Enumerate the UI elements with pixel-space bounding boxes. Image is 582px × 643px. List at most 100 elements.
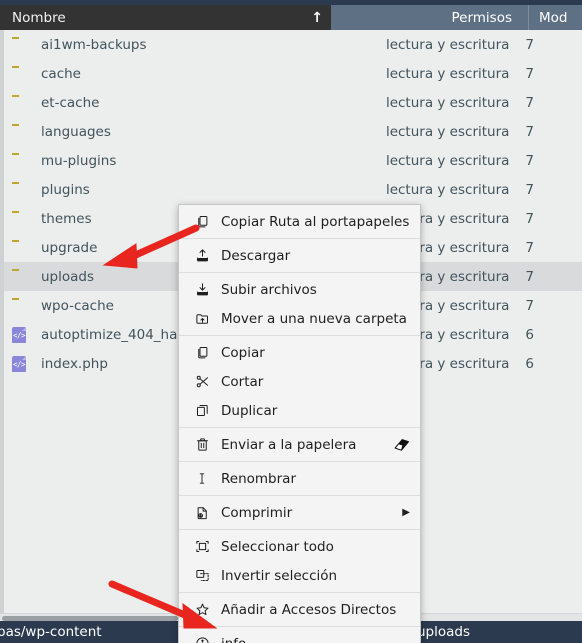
file-manager-window: Nombre ↑ Permisos Mod ai1wm-backups lectu… xyxy=(0,0,582,643)
context-menu-item[interactable]: Renombrar xyxy=(179,464,420,493)
file-permissions-cell: lectura y escritura xyxy=(329,66,526,82)
duplicate-icon xyxy=(191,402,213,420)
folder-icon xyxy=(12,66,32,82)
file-modified-label: 7 xyxy=(525,36,535,53)
invert-selection-icon xyxy=(191,567,213,585)
context-menu-item[interactable]: Invertir selección xyxy=(179,561,420,590)
file-list-row[interactable]: et-cache lectura y escritura 7 xyxy=(4,88,582,117)
context-menu-item[interactable]: Descargar xyxy=(179,241,420,270)
context-menu[interactable]: Copiar Ruta al portapapeles Descargar Subi… xyxy=(178,204,421,643)
context-menu-separator xyxy=(179,427,420,428)
folder-icon xyxy=(12,211,32,227)
eraser-icon xyxy=(393,438,410,451)
context-menu-item[interactable]: Duplicar xyxy=(179,396,420,425)
file-name-cell[interactable]: languages xyxy=(4,124,329,140)
file-modified-cell: 6 xyxy=(525,327,582,343)
file-name-cell[interactable]: cache xyxy=(4,66,329,82)
file-name-label: et-cache xyxy=(41,94,100,111)
file-modified-cell: 7 xyxy=(525,124,582,140)
context-menu-separator xyxy=(179,626,420,627)
file-list-header: Nombre ↑ Permisos Mod xyxy=(0,5,582,30)
file-modified-label: 6 xyxy=(525,326,535,343)
context-menu-item-label: Duplicar xyxy=(221,402,278,419)
file-permissions-label: lectura y escritura xyxy=(385,36,510,53)
file-modified-cell: 7 xyxy=(525,211,582,227)
file-name-cell[interactable]: et-cache xyxy=(4,95,329,111)
file-name-label: cache xyxy=(41,65,81,82)
trash-icon xyxy=(191,436,213,454)
file-name-cell[interactable]: plugins xyxy=(4,182,329,198)
context-menu-item[interactable]: Copiar xyxy=(179,338,420,367)
file-permissions-cell: lectura y escritura xyxy=(329,37,526,53)
context-menu-separator xyxy=(179,272,420,273)
context-menu-item-label: Comprimir xyxy=(221,504,293,521)
file-name-cell[interactable]: mu-plugins xyxy=(4,153,329,169)
context-menu-separator xyxy=(179,495,420,496)
file-modified-label: 7 xyxy=(525,65,535,82)
file-modified-label: 7 xyxy=(525,210,535,227)
context-menu-separator xyxy=(179,238,420,239)
file-permissions-label: lectura y escritura xyxy=(385,181,510,198)
folder-icon xyxy=(12,95,32,111)
context-menu-item[interactable]: Cortar xyxy=(179,367,420,396)
context-menu-item[interactable]: Enviar a la papelera xyxy=(179,430,420,459)
context-menu-item[interactable]: Subir archivos xyxy=(179,275,420,304)
text-cursor-icon xyxy=(191,470,213,488)
download-up-icon xyxy=(191,247,213,265)
file-list-row[interactable]: languages lectura y escritura 7 xyxy=(4,117,582,146)
folder-icon xyxy=(12,153,32,169)
context-menu-item-label: Invertir selección xyxy=(221,567,338,584)
folder-icon xyxy=(12,269,32,285)
context-menu-item-label: Descargar xyxy=(221,247,291,264)
folder-icon xyxy=(12,298,32,314)
column-header-permisos[interactable]: Permisos xyxy=(331,5,529,30)
compress-icon xyxy=(191,504,213,522)
file-name-label: upgrade xyxy=(41,239,98,256)
column-header-nombre[interactable]: Nombre ↑ xyxy=(0,5,331,30)
file-modified-cell: 6 xyxy=(525,356,582,372)
file-permissions-cell: lectura y escritura xyxy=(329,182,526,198)
file-name-cell[interactable]: ai1wm-backups xyxy=(4,37,329,53)
file-modified-cell: 7 xyxy=(525,182,582,198)
select-all-icon xyxy=(191,538,213,556)
info-icon xyxy=(191,635,213,643)
file-permissions-cell: lectura y escritura xyxy=(329,153,526,169)
file-permissions-label: lectura y escritura xyxy=(385,94,510,111)
file-modified-label: 7 xyxy=(525,268,535,285)
file-list-row[interactable]: cache lectura y escritura 7 xyxy=(4,59,582,88)
context-menu-item[interactable]: Seleccionar todo xyxy=(179,532,420,561)
file-modified-cell: 7 xyxy=(525,269,582,285)
context-menu-item-label: Seleccionar todo xyxy=(221,538,334,555)
file-list-row[interactable]: mu-plugins lectura y escritura 7 xyxy=(4,146,582,175)
context-menu-item-label: Copiar Ruta al portapapeles xyxy=(221,213,410,230)
folder-icon xyxy=(12,182,32,198)
upload-icon xyxy=(191,281,213,299)
file-modified-label: 6 xyxy=(525,355,535,372)
file-name-label: autoptimize_404_han xyxy=(41,326,186,343)
file-modified-cell: 7 xyxy=(525,153,582,169)
file-modified-cell: 7 xyxy=(525,240,582,256)
sort-ascending-arrow-icon[interactable]: ↑ xyxy=(311,11,323,25)
context-menu-item[interactable]: info xyxy=(179,629,420,643)
file-permissions-label: lectura y escritura xyxy=(385,123,510,140)
move-to-folder-icon xyxy=(191,310,213,328)
context-menu-item-label: Añadir a Accesos Directos xyxy=(221,601,397,618)
file-name-label: index.php xyxy=(41,355,108,372)
folder-icon xyxy=(12,124,32,140)
context-menu-separator xyxy=(179,461,420,462)
file-list-row[interactable]: plugins lectura y escritura 7 xyxy=(4,175,582,204)
context-menu-separator xyxy=(179,335,420,336)
file-list-row[interactable]: ai1wm-backups lectura y escritura 7 xyxy=(4,30,582,59)
context-menu-item[interactable]: Mover a una nueva carpeta xyxy=(179,304,420,333)
file-name-label: plugins xyxy=(41,181,90,198)
context-menu-item-label: Subir archivos xyxy=(221,281,317,298)
folder-icon xyxy=(12,240,32,256)
file-modified-cell: 7 xyxy=(525,298,582,314)
file-permissions-label: lectura y escritura xyxy=(385,65,510,82)
context-menu-item[interactable]: Copiar Ruta al portapapeles xyxy=(179,207,420,236)
context-menu-item-label: Cortar xyxy=(221,373,264,390)
context-menu-item[interactable]: Comprimir ▶ xyxy=(179,498,420,527)
scissors-icon xyxy=(191,373,213,391)
context-menu-item[interactable]: Añadir a Accesos Directos xyxy=(179,595,420,624)
column-header-modificado[interactable]: Mod xyxy=(529,5,582,30)
